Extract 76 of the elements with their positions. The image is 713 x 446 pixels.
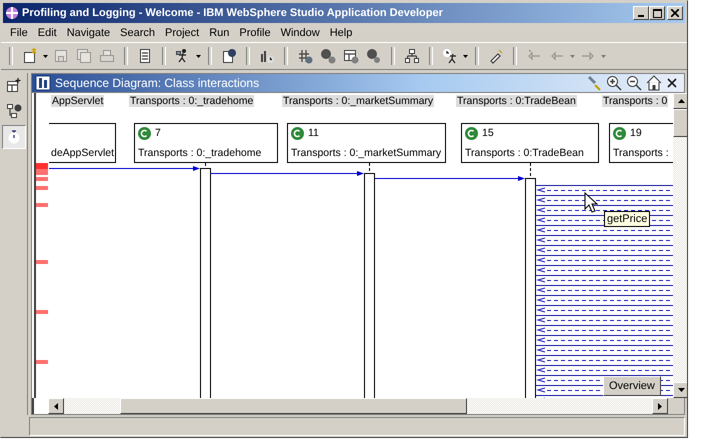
caret-icon[interactable] [43,54,48,58]
class-method-icon[interactable] [320,48,336,64]
caret-icon[interactable] [196,54,201,58]
table-icon[interactable] [343,48,359,64]
lifeline-number: 11 [308,127,319,139]
scroll-thumb[interactable] [673,109,687,137]
lifeline-header: Transports : 0 [602,95,668,107]
lifeline-name: Transports : 0:_marketSummary [291,146,442,160]
class-stack-icon[interactable] [366,48,382,64]
class-badge-icon [138,126,151,140]
home-icon[interactable] [646,75,662,91]
mouse-cursor-icon [584,192,598,213]
menu-item[interactable]: Project [160,26,204,38]
lifeline-box[interactable]: 15 Transports : 0:TradeBean [461,123,599,163]
lifeline-number: 19 [630,127,642,139]
lifeline-header: Transports : 0:_marketSummary [282,95,434,107]
close-button[interactable] [667,6,683,20]
caret-icon[interactable] [463,54,468,58]
overview-button[interactable]: Overview [603,376,661,396]
bar-chart-icon[interactable] [259,48,275,64]
scroll-left-button[interactable] [48,398,64,414]
class-badge-icon [465,126,478,140]
menu-item[interactable]: Navigate [62,26,116,38]
maximize-button[interactable] [649,6,665,20]
view-title: Sequence Diagram: Class interactions [55,76,260,90]
zoom-in-icon[interactable] [606,75,622,91]
menu-item[interactable]: Profile [234,26,276,38]
lifeline-box[interactable]: deAppServlet [49,123,116,163]
window-title: Profiling and Logging - Welcome - IBM WebSphere Studio Application Developer [22,7,443,19]
running-clock-icon[interactable] [442,48,458,64]
scroll-right-button[interactable] [652,398,668,414]
menu-item[interactable]: Run [204,26,234,38]
lifeline-number: 15 [482,127,494,139]
lifeline-header: AppServlet [51,95,104,107]
lifeline-number: 7 [155,127,161,139]
menu-item[interactable]: Search [115,26,160,38]
lifeline-line [530,162,531,178]
menu-item[interactable]: Help [324,26,358,38]
class-badge-icon [613,126,626,140]
scrollbar-corner [668,398,684,414]
up-arrow-icon [678,99,684,103]
lifeline-line [369,162,370,174]
zoom-out-icon[interactable] [626,75,642,91]
stopwatch-icon[interactable] [2,125,26,149]
right-arrow-icon [658,402,662,410]
class-icon[interactable] [297,48,313,64]
flashlight-icon[interactable] [488,48,504,64]
left-arrow-icon [54,402,58,410]
hierarchy-icon[interactable] [404,48,420,64]
close-view-icon[interactable] [666,77,678,89]
scroll-thumb[interactable] [120,398,467,414]
lifeline-name: Transports : 0:_tradehome [138,146,262,160]
lifeline-header: Transports : 0:_tradehome [129,95,254,107]
scroll-up-button[interactable] [673,93,687,109]
lifeline-name: Transports : [613,146,670,160]
document-icon[interactable] [137,48,153,64]
lifeline-box[interactable]: 7 Transports : 0:_tradehome [134,123,278,163]
lifeline-header: Transports : 0:TradeBean [456,95,577,107]
lifeline-name: Transports : 0:TradeBean [465,146,585,160]
menu-item[interactable]: File [5,26,33,38]
menu-item[interactable]: Window [276,26,325,38]
lifeline-line [205,162,206,168]
down-arrow-icon [678,388,684,392]
app-logo-icon [5,6,19,20]
menu-item[interactable]: Edit [32,26,62,38]
minimize-button[interactable] [633,6,649,20]
maximize-icon [652,8,662,18]
lifeline-box[interactable]: 19 Transports : [609,123,673,163]
class-badge-icon [291,126,304,140]
tooltip: getPrice [604,211,650,227]
lifeline-box[interactable]: 11 Transports : 0:_marketSummary [287,123,446,163]
scroll-down-button[interactable] [673,382,687,398]
document-globe-icon[interactable] [221,48,237,64]
new-file-icon[interactable] [22,48,38,64]
lifeline-name: deAppServlet [51,146,112,160]
close-icon [671,9,679,17]
